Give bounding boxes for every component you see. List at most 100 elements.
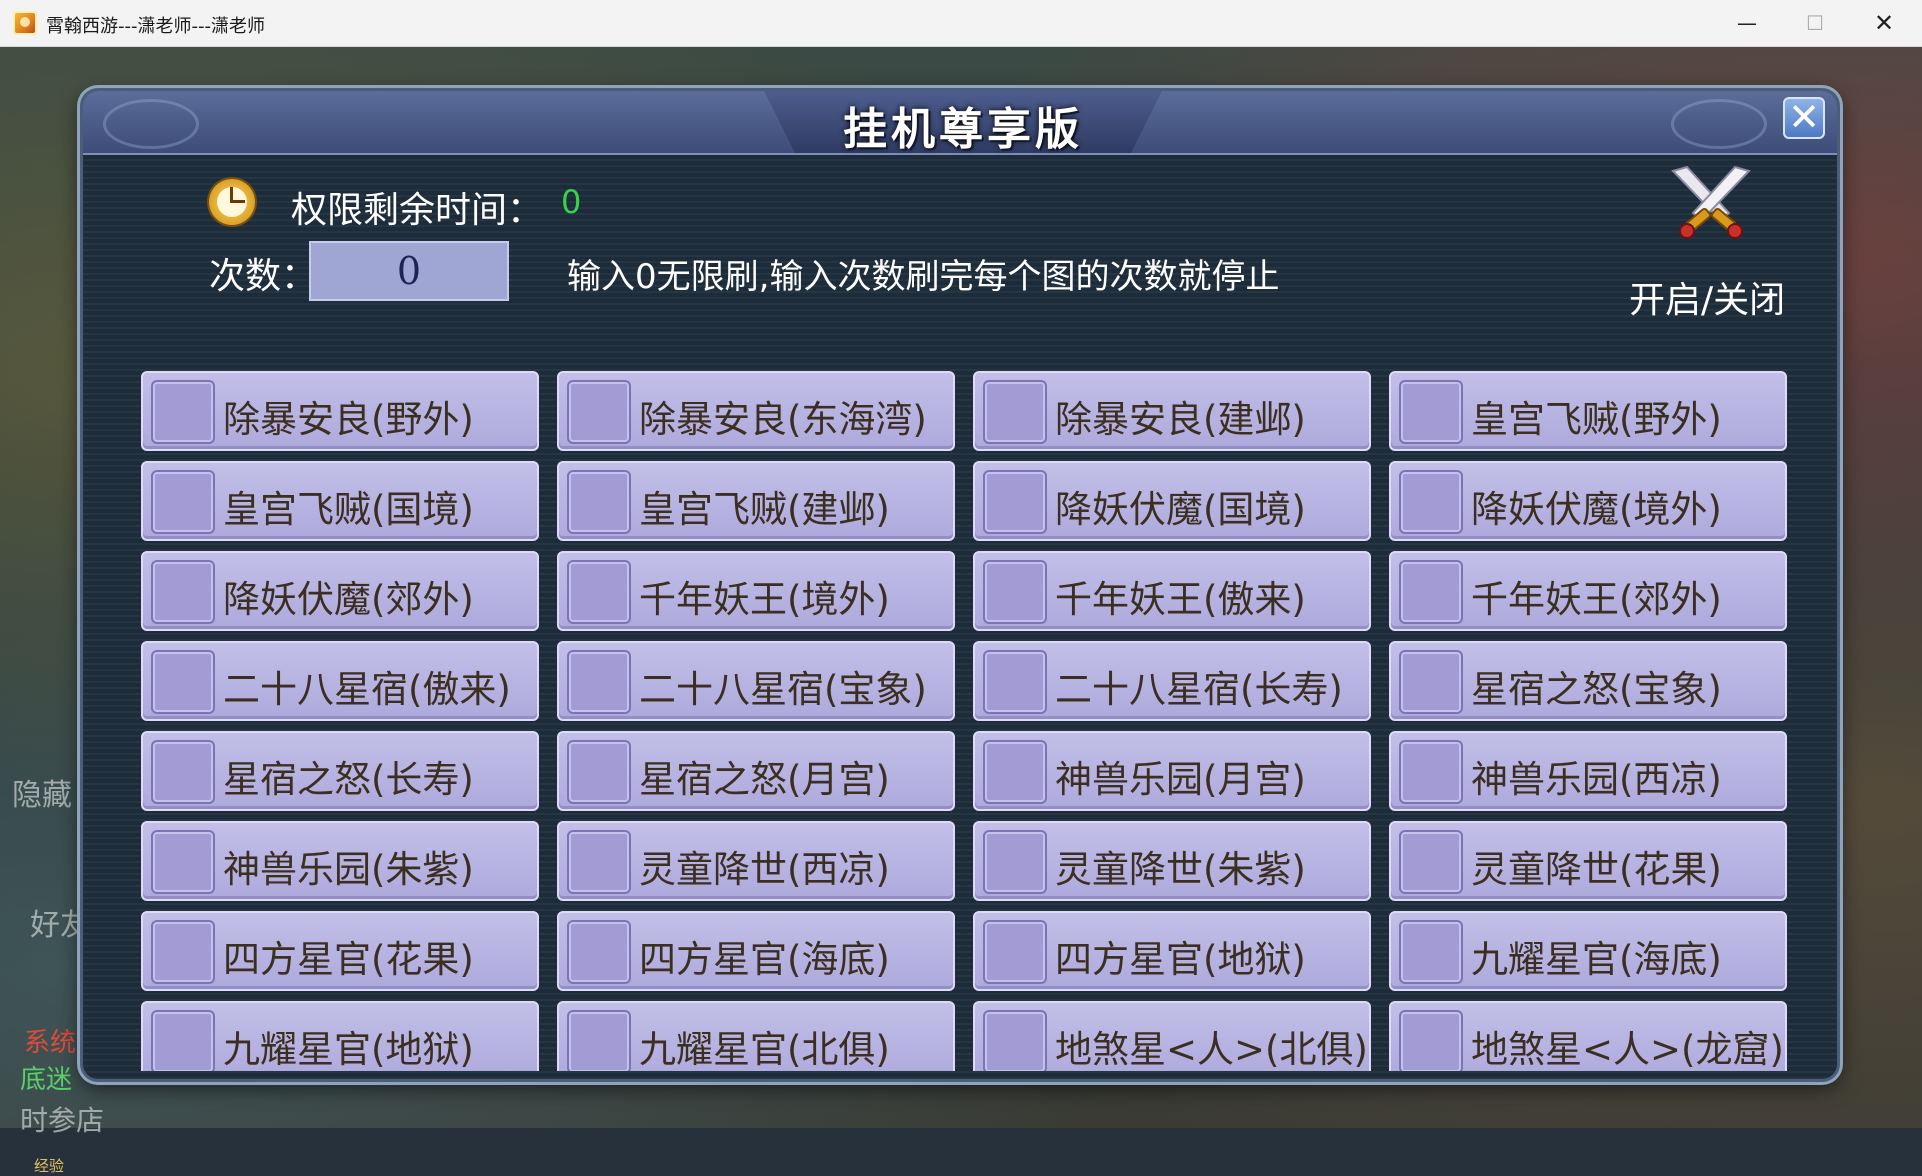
task-checkbox[interactable] [567,470,631,534]
task-checkbox[interactable] [983,470,1047,534]
count-input[interactable]: 0 [309,241,509,301]
panel-close-button[interactable]: ✕ [1783,97,1825,139]
task-label: 星宿之怒(月宫) [639,758,890,801]
task-label: 四方星官(地狱) [1055,938,1306,981]
panel-title: 挂机尊享版 [843,104,1083,155]
task-checkbox[interactable] [983,920,1047,984]
task-option[interactable]: 九耀星官(北俱) [557,1001,955,1071]
task-label: 神兽乐园(月宫) [1055,758,1306,801]
task-checkbox[interactable] [1399,560,1463,624]
task-checkbox[interactable] [1399,740,1463,804]
task-option[interactable]: 二十八星宿(长寿) [973,641,1371,721]
task-checkbox[interactable] [151,650,215,714]
task-checkbox[interactable] [567,650,631,714]
task-checkbox[interactable] [1399,470,1463,534]
panel-header: 挂机尊享版 ✕ [83,91,1837,155]
task-label: 星宿之怒(长寿) [223,758,474,801]
task-label: 皇宫飞贼(野外) [1471,398,1722,441]
task-option[interactable]: 灵童降世(朱紫) [973,821,1371,901]
task-checkbox[interactable] [1399,830,1463,894]
task-label: 灵童降世(朱紫) [1055,848,1306,891]
minimize-button[interactable]: — [1713,0,1781,46]
maximize-button[interactable]: ☐ [1781,0,1849,46]
task-option[interactable]: 神兽乐园(朱紫) [141,821,539,901]
task-checkbox[interactable] [983,740,1047,804]
window-titlebar: 霄翰西游---潇老师---潇老师 — ☐ ✕ [0,0,1922,47]
bottom-channel-label: 底迷 [20,1065,73,1095]
task-checkbox[interactable] [151,560,215,624]
task-label: 二十八星宿(宝象) [639,668,927,711]
count-label: 次数： [209,256,318,297]
task-label: 地煞星<人>(北俱) [1055,1028,1368,1071]
task-label: 二十八星宿(长寿) [1055,668,1343,711]
task-checkbox[interactable] [567,830,631,894]
task-option[interactable]: 二十八星宿(宝象) [557,641,955,721]
task-checkbox[interactable] [1399,920,1463,984]
task-option[interactable]: 星宿之怒(月宫) [557,731,955,811]
task-label: 降妖伏魔(郊外) [223,578,474,621]
task-checkbox[interactable] [983,650,1047,714]
task-label: 皇宫飞贼(建邺) [639,488,890,531]
task-label: 九耀星官(海底) [1471,938,1722,981]
task-checkbox[interactable] [567,740,631,804]
task-checkbox[interactable] [567,560,631,624]
task-checkbox[interactable] [567,1010,631,1071]
hidden-label[interactable]: 隐藏 [12,770,72,814]
task-label: 除暴安良(建邺) [1055,398,1306,441]
task-option[interactable]: 除暴安良(建邺) [973,371,1371,451]
task-label: 灵童降世(西凉) [639,848,890,891]
task-option[interactable]: 除暴安良(野外) [141,371,539,451]
task-option[interactable]: 千年妖王(傲来) [973,551,1371,631]
task-option[interactable]: 皇宫飞贼(建邺) [557,461,955,541]
task-option[interactable]: 神兽乐园(西凉) [1389,731,1787,811]
task-option[interactable]: 二十八星宿(傲来) [141,641,539,721]
task-option[interactable]: 降妖伏魔(郊外) [141,551,539,631]
task-checkbox[interactable] [151,920,215,984]
task-checkbox[interactable] [983,560,1047,624]
task-option[interactable]: 皇宫飞贼(国境) [141,461,539,541]
task-option[interactable]: 降妖伏魔(国境) [973,461,1371,541]
task-checkbox[interactable] [151,1010,215,1071]
task-option[interactable]: 千年妖王(境外) [557,551,955,631]
task-option[interactable]: 灵童降世(西凉) [557,821,955,901]
task-option[interactable]: 四方星官(花果) [141,911,539,991]
task-option[interactable]: 灵童降世(花果) [1389,821,1787,901]
task-checkbox[interactable] [567,920,631,984]
task-label: 千年妖王(境外) [639,578,890,621]
decor-swirl-right [1671,99,1767,149]
window-title: 霄翰西游---潇老师---潇老师 [46,16,265,37]
task-checkbox[interactable] [1399,1010,1463,1071]
task-label: 四方星官(海底) [639,938,890,981]
task-checkbox[interactable] [567,380,631,444]
task-option[interactable]: 九耀星官(海底) [1389,911,1787,991]
task-option[interactable]: 降妖伏魔(境外) [1389,461,1787,541]
task-option[interactable]: 四方星官(地狱) [973,911,1371,991]
task-label: 灵童降世(花果) [1471,848,1722,891]
crossed-swords-icon[interactable] [1667,165,1755,241]
task-option[interactable]: 皇宫飞贼(野外) [1389,371,1787,451]
task-checkbox[interactable] [983,380,1047,444]
task-checkbox[interactable] [151,830,215,894]
task-checkbox[interactable] [983,1010,1047,1071]
task-checkbox[interactable] [151,740,215,804]
task-option[interactable]: 四方星官(海底) [557,911,955,991]
task-grid: 除暴安良(野外) 除暴安良(东海湾) 除暴安良(建邺) 皇宫飞贼(野外) 皇宫飞贼(国境… [141,371,1801,1071]
task-option[interactable]: 千年妖王(郊外) [1389,551,1787,631]
task-option[interactable]: 星宿之怒(宝象) [1389,641,1787,721]
window-close-button[interactable]: ✕ [1850,0,1918,46]
task-option[interactable]: 神兽乐园(月宫) [973,731,1371,811]
task-label: 九耀星官(北俱) [639,1028,890,1071]
task-checkbox[interactable] [1399,380,1463,444]
task-checkbox[interactable] [151,470,215,534]
task-option[interactable]: 除暴安良(东海湾) [557,371,955,451]
task-option[interactable]: 星宿之怒(长寿) [141,731,539,811]
task-checkbox[interactable] [1399,650,1463,714]
task-label: 千年妖王(郊外) [1471,578,1722,621]
task-checkbox[interactable] [983,830,1047,894]
task-option[interactable]: 地煞星<人>(北俱) [973,1001,1371,1071]
task-option[interactable]: 九耀星官(地狱) [141,1001,539,1071]
toggle-label[interactable]: 开启/关闭 [1629,271,1785,323]
task-checkbox[interactable] [151,380,215,444]
task-option[interactable]: 地煞星<人>(龙窟) [1389,1001,1787,1071]
decor-swirl-left [103,99,199,149]
